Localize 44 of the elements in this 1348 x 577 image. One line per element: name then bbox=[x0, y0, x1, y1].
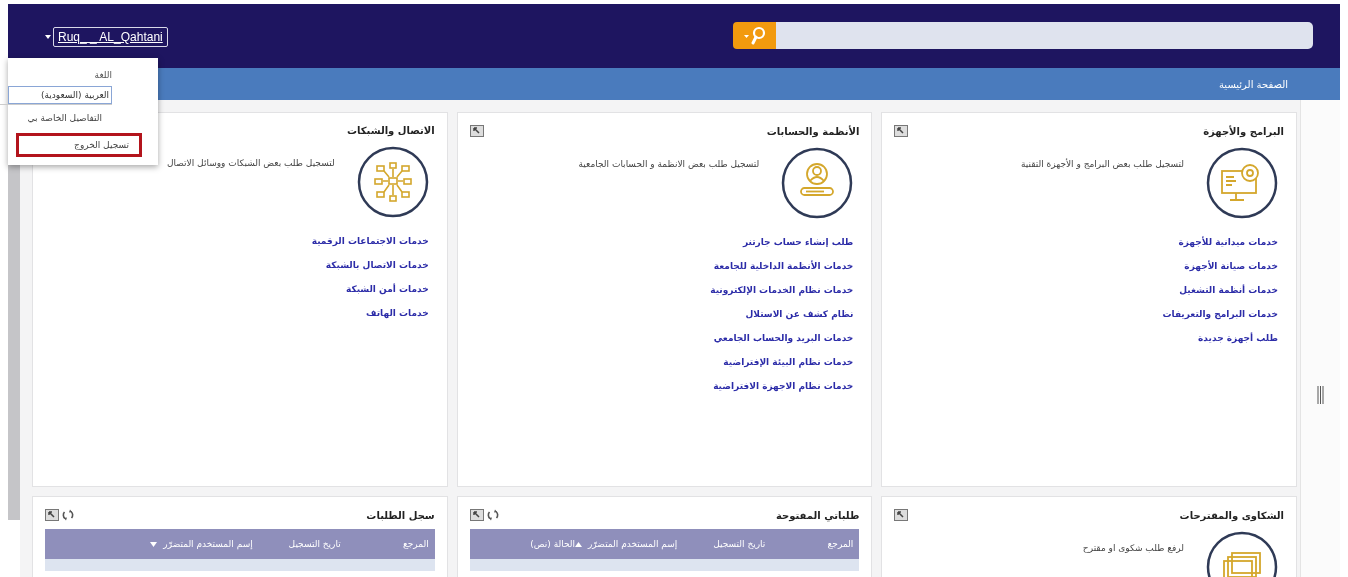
service-link[interactable]: طلب إنشاء حساب جارتنر bbox=[742, 237, 854, 247]
card-title: سجل الطلبات bbox=[366, 509, 435, 521]
card-title: طلباتي المفتوحة bbox=[775, 509, 860, 521]
card-title: الأنظمة والحسابات bbox=[766, 125, 860, 137]
service-link[interactable]: نظام كشف عن الاستلال bbox=[745, 309, 854, 319]
expand-icon[interactable] bbox=[469, 509, 484, 521]
service-link[interactable]: خدمات أمن الشبكة bbox=[345, 284, 429, 294]
search-field[interactable] bbox=[776, 22, 1313, 49]
service-link[interactable]: خدمات الاجتماعات الرقمية bbox=[311, 236, 429, 246]
sort-ascending-icon[interactable] bbox=[575, 541, 582, 547]
service-link[interactable]: خدمات نظام البيئة الإفتراضية bbox=[723, 357, 854, 367]
refresh-icon[interactable] bbox=[62, 509, 74, 521]
service-link[interactable]: خدمات ميدانية للأجهزة bbox=[1178, 237, 1278, 247]
service-link[interactable]: خدمات الأنظمة الداخلية للجامعة bbox=[713, 261, 854, 271]
expand-icon[interactable] bbox=[894, 509, 909, 521]
card-description: لتسجيل طلب بعض الانظمة و الحسابات الجامعية bbox=[578, 159, 760, 169]
service-link[interactable]: خدمات البرامج والتعريفات bbox=[1162, 309, 1278, 319]
service-link[interactable]: خدمات صيانة الأجهزة bbox=[1184, 261, 1278, 271]
service-link[interactable]: خدمات الاتصال بالشبكة bbox=[325, 260, 429, 270]
sort-descending-icon[interactable] bbox=[150, 541, 158, 547]
card-title: الشكاوى والمقترحات bbox=[1179, 509, 1284, 521]
menu-item[interactable]: التفاصيل الخاصة بي bbox=[0, 104, 112, 131]
card-title: البرامج والأجهزة bbox=[1203, 125, 1284, 137]
expand-icon[interactable] bbox=[45, 509, 59, 521]
expand-icon[interactable] bbox=[894, 125, 909, 137]
menu-item[interactable]: تسجيل الخروج bbox=[16, 133, 142, 157]
service-link[interactable]: خدمات أنظمة التشغيل bbox=[1179, 285, 1278, 295]
card-description: لتسجيل طلب بعض البرامج و الأجهزة التقنية bbox=[1020, 159, 1184, 169]
caret-icon[interactable] bbox=[45, 35, 51, 39]
service-link[interactable]: خدمات البريد والحساب الجامعي bbox=[713, 333, 854, 343]
card-title: الاتصال والشبكات bbox=[347, 125, 435, 136]
card-description: لتسجيل طلب بعض الشبكات ووسائل الاتصال bbox=[167, 158, 335, 168]
service-link[interactable]: طلب أجهزة جديدة bbox=[1198, 333, 1278, 343]
card-description: لرفع طلب شكوى او مقترح bbox=[1082, 543, 1184, 553]
service-link[interactable]: خدمات نظام الاجهزة الافتراضية bbox=[713, 381, 854, 391]
language-select[interactable]: العربية (السعودية) bbox=[8, 86, 112, 104]
service-link[interactable]: خدمات نظام الخدمات الإلكترونية bbox=[710, 285, 854, 295]
language-label: اللغة bbox=[94, 70, 112, 80]
resize-handle-icon[interactable] bbox=[1317, 386, 1324, 404]
breadcrumb-link[interactable]: الصفحة الرئيسية bbox=[1219, 78, 1288, 90]
user-menu-button[interactable]: Ruq_ _ AL_Qahtani bbox=[53, 27, 168, 47]
service-link[interactable]: خدمات الهاتف bbox=[365, 308, 429, 318]
expand-icon[interactable] bbox=[469, 125, 484, 137]
refresh-icon[interactable] bbox=[486, 509, 499, 521]
